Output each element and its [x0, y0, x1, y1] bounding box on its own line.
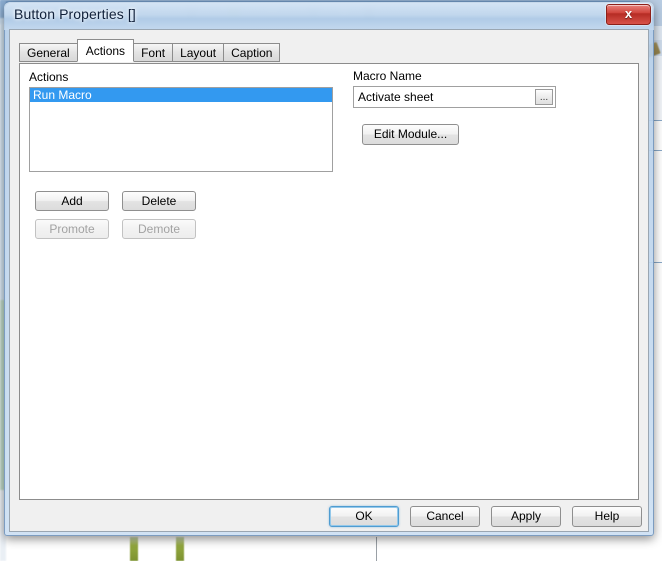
background-green-marker	[176, 537, 184, 561]
dialog-titlebar[interactable]: Button Properties [] x	[4, 2, 654, 30]
demote-button: Demote	[122, 219, 196, 239]
list-item[interactable]: Run Macro	[30, 88, 332, 102]
cancel-button[interactable]: Cancel	[410, 506, 480, 527]
close-glyph: x	[624, 6, 633, 21]
close-icon[interactable]: x	[606, 4, 651, 25]
dialog-title: Button Properties []	[14, 6, 136, 22]
tab-general[interactable]: General	[19, 43, 78, 62]
add-button[interactable]: Add	[35, 191, 109, 211]
actions-tab-panel: Actions Run Macro Macro Name Activate sh…	[19, 63, 639, 500]
background-green-marker	[130, 537, 138, 561]
edit-module-button[interactable]: Edit Module...	[362, 124, 459, 145]
button-properties-dialog: Button Properties [] x General Actions Fon…	[4, 2, 654, 536]
promote-button: Promote	[35, 219, 109, 239]
actions-listbox[interactable]: Run Macro	[29, 87, 333, 172]
macro-name-input[interactable]: Activate sheet ...	[353, 86, 556, 108]
tab-caption[interactable]: Caption	[223, 43, 281, 62]
tab-layout[interactable]: Layout	[172, 43, 225, 62]
actions-list-label: Actions	[29, 70, 69, 84]
macro-name-label: Macro Name	[353, 69, 422, 83]
macro-name-value: Activate sheet	[358, 90, 434, 104]
browse-ellipsis-button[interactable]: ...	[535, 89, 553, 105]
background-vertical-rule	[376, 537, 377, 561]
ok-button[interactable]: OK	[329, 506, 399, 527]
tab-actions[interactable]: Actions	[76, 39, 135, 62]
tab-font[interactable]: Font	[133, 43, 174, 62]
tab-strip: General Actions Font Layout Caption	[19, 39, 281, 64]
delete-button[interactable]: Delete	[122, 191, 196, 211]
dialog-client-area: General Actions Font Layout Caption Actions …	[9, 29, 649, 532]
help-button[interactable]: Help	[572, 506, 642, 527]
apply-button[interactable]: Apply	[491, 506, 561, 527]
